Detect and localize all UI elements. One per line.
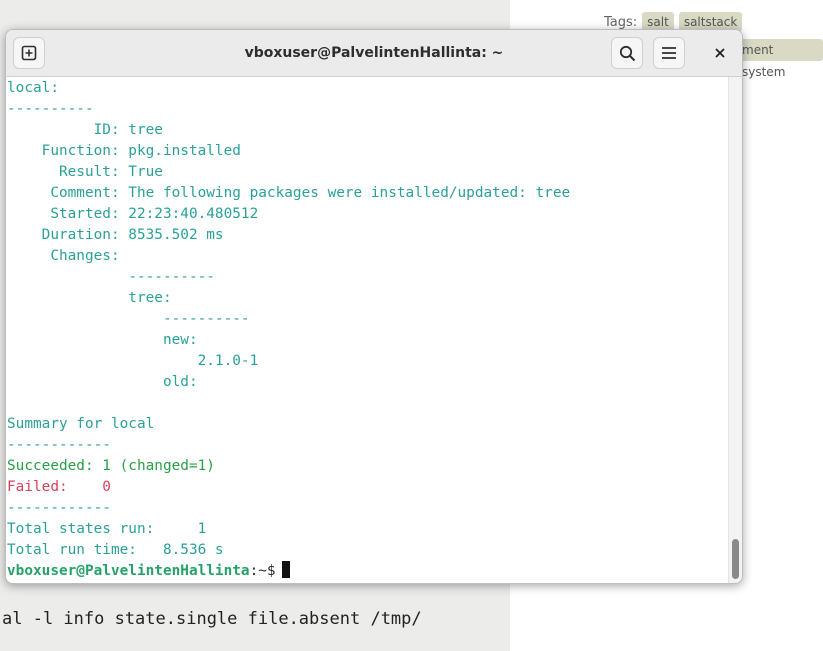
terminal-line: ------------ (7, 437, 111, 453)
terminal-line: Changes: (7, 248, 120, 264)
terminal-window[interactable]: vboxuser@PalvelintenHallinta: ~ local: -… (5, 29, 743, 584)
terminal-line: Duration: 8535.502 ms (7, 227, 224, 243)
terminal-output[interactable]: local: ---------- ID: tree Function: pkg.… (6, 77, 728, 583)
terminal-line: Function: pkg.installed (7, 143, 241, 159)
terminal-line: Succeeded: 1 (changed=1) (7, 458, 215, 474)
terminal-line: ---------- (7, 311, 250, 327)
terminal-line: Failed: 0 (7, 479, 111, 495)
search-button[interactable] (611, 37, 643, 69)
terminal-line-text: new: (7, 332, 198, 348)
text-cursor (281, 561, 290, 578)
background-command-text: al -l info state.single file.absent /tmp… (2, 609, 422, 629)
hamburger-menu-icon (662, 47, 676, 59)
scrollbar-thumb[interactable] (732, 539, 739, 579)
terminal-line: old: (7, 372, 198, 393)
terminal-line: 2.1.0-1 (7, 353, 259, 369)
terminal-line: Total run time: 8.536 s (7, 542, 224, 558)
menu-button[interactable] (653, 37, 685, 69)
terminal-scrollbar[interactable] (728, 77, 742, 583)
close-button[interactable] (707, 40, 733, 66)
terminal-line: Comment: The following packages were ins… (7, 185, 571, 201)
terminal-line: ID: tree (7, 122, 163, 138)
prompt-user-host: vboxuser@PalvelintenHallinta (7, 563, 250, 579)
title-bar[interactable]: vboxuser@PalvelintenHallinta: ~ (6, 30, 742, 77)
terminal-line: tree: (7, 288, 172, 309)
terminal-line: ------------ (7, 500, 111, 516)
tags-label: Tags: (604, 14, 638, 30)
new-tab-button[interactable] (13, 37, 45, 69)
prompt-path: :~$ (249, 563, 276, 579)
tag-partial[interactable]: ment system (736, 39, 823, 79)
terminal-line: local: (7, 80, 59, 96)
terminal-line: Result: True (7, 164, 163, 180)
new-tab-icon (21, 45, 37, 61)
terminal-line: Total states run: 1 (7, 521, 207, 537)
terminal-line-text: tree: (7, 290, 172, 306)
close-icon (715, 48, 725, 58)
terminal-line: ---------- (7, 101, 94, 117)
terminal-line-text: old: (7, 374, 198, 390)
terminal-line: ---------- (7, 269, 215, 285)
command-prompt[interactable]: vboxuser@PalvelintenHallinta:~$ (7, 561, 290, 582)
search-icon (619, 45, 635, 61)
terminal-line: new: (7, 330, 198, 351)
terminal-line: Started: 22:23:40.480512 (7, 206, 259, 222)
terminal-line: Summary for local (7, 416, 155, 432)
